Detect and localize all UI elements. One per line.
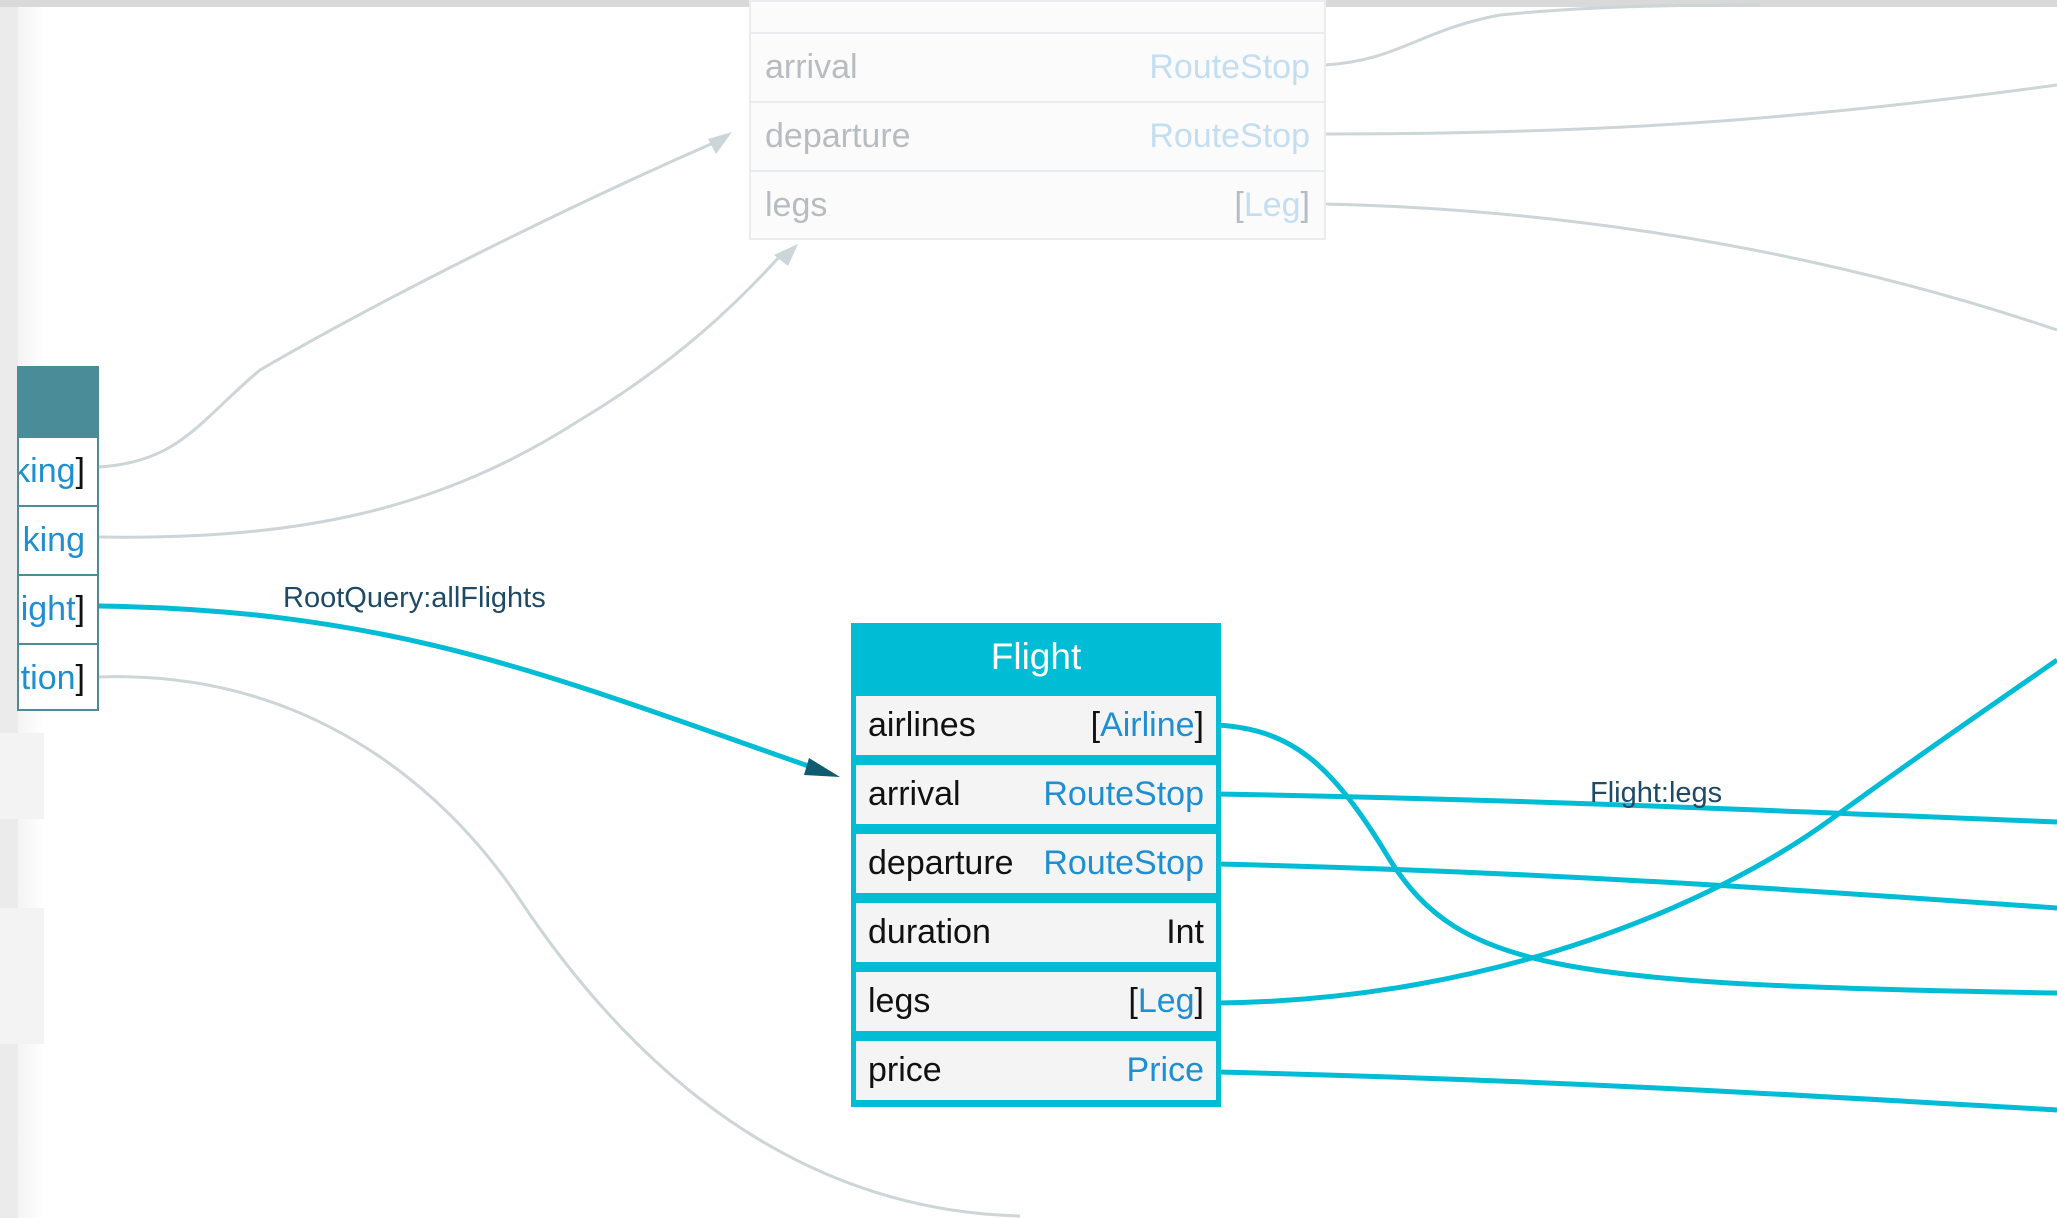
arrowhead-faded (708, 132, 732, 154)
faded-type-node[interactable]: arrival RouteStop departure RouteStop le… (749, 0, 1326, 240)
field-type-scalar: Int (1166, 913, 1204, 951)
field-type-link[interactable]: [Airline] (1091, 696, 1204, 755)
edge-faded (1324, 202, 2057, 332)
flight-field-airlines[interactable]: airlines [Airline] (856, 696, 1216, 755)
field-type-link[interactable]: ight] (21, 576, 85, 642)
flight-type-node[interactable]: Flight airlines [Airline] arrival RouteS… (851, 623, 1221, 1107)
root-query-node[interactable]: king] king ight] tion] (17, 366, 99, 711)
field-type-link[interactable]: king (23, 507, 85, 573)
root-field-row[interactable]: tion] (19, 643, 97, 709)
flight-field-duration[interactable]: duration Int (856, 903, 1216, 962)
edge-faded (1324, 3, 1761, 67)
field-type-link[interactable]: [Leg] (1234, 172, 1310, 238)
root-field-row[interactable]: ight] (19, 574, 97, 643)
edge-flight-airlines (1217, 722, 2057, 996)
edge-faded (98, 254, 782, 539)
edge-root-all-flights (98, 603, 821, 773)
faded-field-row[interactable]: arrival RouteStop (751, 32, 1324, 101)
root-node-header (19, 368, 97, 436)
root-field-row[interactable]: king (19, 505, 97, 574)
field-name: airlines (868, 706, 976, 744)
field-type-link[interactable]: Price (1127, 1041, 1204, 1100)
edge-flight-price (1217, 1069, 2057, 1113)
edge-faded (1324, 83, 2057, 136)
arrowhead-faded (774, 244, 798, 266)
edge-flight-departure (1217, 861, 2057, 911)
flight-field-arrival[interactable]: arrival RouteStop (856, 765, 1216, 824)
field-type-link[interactable]: RouteStop (1149, 34, 1310, 100)
field-type-link[interactable]: [Leg] (1128, 972, 1204, 1031)
flight-field-departure[interactable]: departure RouteStop (856, 834, 1216, 893)
field-name: duration (868, 913, 991, 951)
field-type-link[interactable]: RouteStop (1149, 103, 1310, 169)
field-name: departure (765, 117, 911, 155)
root-field-row[interactable]: king] (19, 436, 97, 505)
field-name: legs (765, 186, 828, 224)
arrowhead-all-flights (804, 758, 840, 777)
flight-field-price[interactable]: price Price (856, 1041, 1216, 1100)
field-type-link[interactable]: king] (19, 438, 85, 504)
node-title[interactable]: Flight (851, 623, 1221, 691)
edge-faded (98, 138, 721, 469)
edge-label-flight-legs: Flight:legs (1590, 777, 1723, 809)
field-name: price (868, 1051, 942, 1089)
field-type-link[interactable]: tion] (21, 645, 85, 709)
field-name: arrival (868, 775, 961, 813)
field-name: departure (868, 844, 1014, 882)
edge-label-all-flights: RootQuery:allFlights (283, 582, 546, 614)
field-name: legs (868, 982, 931, 1020)
faded-field-row[interactable]: departure RouteStop (751, 101, 1324, 170)
edge-flight-legs (1217, 657, 2057, 1006)
faded-field-row[interactable]: legs [Leg] (751, 170, 1324, 239)
field-type-link[interactable]: RouteStop (1043, 765, 1204, 824)
field-type-link[interactable]: RouteStop (1043, 834, 1204, 893)
flight-field-legs[interactable]: legs [Leg] (856, 972, 1216, 1031)
field-name: arrival (765, 48, 858, 86)
